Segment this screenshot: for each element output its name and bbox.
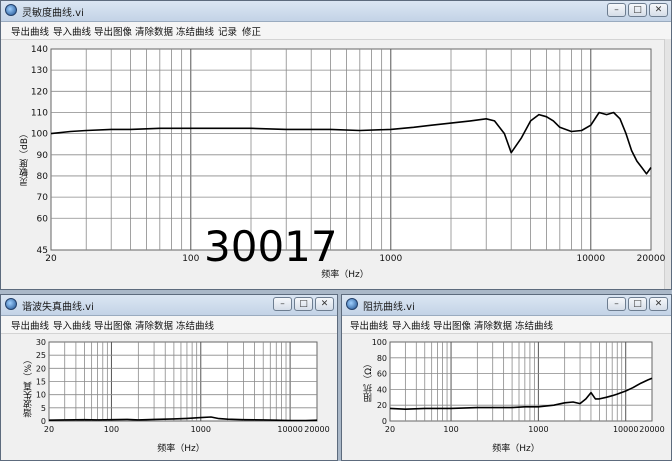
x-tick-label: 100 xyxy=(104,425,119,434)
x-tick-label: 100 xyxy=(182,254,199,264)
y-tick-label: 90 xyxy=(37,151,49,161)
x-tick-label: 20000 xyxy=(639,425,664,434)
y-tick-label: 10 xyxy=(36,391,46,400)
y-tick-label: 100 xyxy=(372,338,387,347)
y-tick-label: 25 xyxy=(36,351,46,360)
x-tick-label: 20000 xyxy=(304,425,329,434)
x-tick-label: 1000 xyxy=(528,425,548,434)
distortion-window: 谐波失真曲线.vi – □ ✕ 导出曲线 导入曲线 导出图像 清除数据 冻结曲线… xyxy=(0,294,338,461)
x-axis-label: 频率（Hz） xyxy=(157,444,205,454)
y-axis-label: 谐波失真（%） xyxy=(24,355,34,418)
y-axis-label: 灵敏度（dB） xyxy=(20,129,30,186)
x-tick-label: 1000 xyxy=(379,254,402,264)
y-tick-label: 80 xyxy=(377,354,387,363)
x-tick-label: 10000 xyxy=(613,425,638,434)
x-tick-label: 10000 xyxy=(576,254,605,264)
y-tick-label: 120 xyxy=(31,87,48,97)
y-tick-label: 40 xyxy=(377,385,387,394)
plot-area xyxy=(50,48,652,251)
x-tick-label: 20000 xyxy=(637,254,666,264)
x-tick-label: 20 xyxy=(385,425,395,434)
x-tick-label: 20 xyxy=(44,425,54,434)
distortion-chart: 05101520253020 100 1000 10000 20000 xyxy=(36,338,330,434)
y-tick-label: 30 xyxy=(36,338,46,347)
y-tick-label: 60 xyxy=(37,214,49,224)
y-tick-label: 110 xyxy=(31,108,48,118)
x-tick-label: 100 xyxy=(443,425,458,434)
y-tick-label: 130 xyxy=(31,66,48,76)
y-tick-label: 80 xyxy=(37,172,49,182)
y-tick-label: 5 xyxy=(41,404,46,413)
y-axis-label: 阻抗（Ω） xyxy=(364,359,374,402)
y-tick-label: 140 xyxy=(31,45,48,55)
y-tick-label: 60 xyxy=(377,370,387,379)
x-axis-label: 频率（Hz） xyxy=(492,444,540,454)
y-tick-label: 70 xyxy=(37,193,49,203)
y-tick-label: 20 xyxy=(36,364,46,373)
x-tick-label: 20 xyxy=(45,254,57,264)
y-tick-label: 15 xyxy=(36,378,46,387)
impedance-window: 阻抗曲线.vi – □ ✕ 导出曲线 导入曲线 导出图像 清除数据 冻结曲线 0… xyxy=(341,294,672,461)
x-tick-label: 1000 xyxy=(191,425,211,434)
y-tick-label: 20 xyxy=(377,401,387,410)
overlay-number: 30017 xyxy=(204,222,338,271)
y-tick-label: 100 xyxy=(31,130,48,140)
impedance-chart: 02040608010020 100 1000 10000 20000 xyxy=(372,338,665,434)
x-tick-label: 10000 xyxy=(277,425,302,434)
